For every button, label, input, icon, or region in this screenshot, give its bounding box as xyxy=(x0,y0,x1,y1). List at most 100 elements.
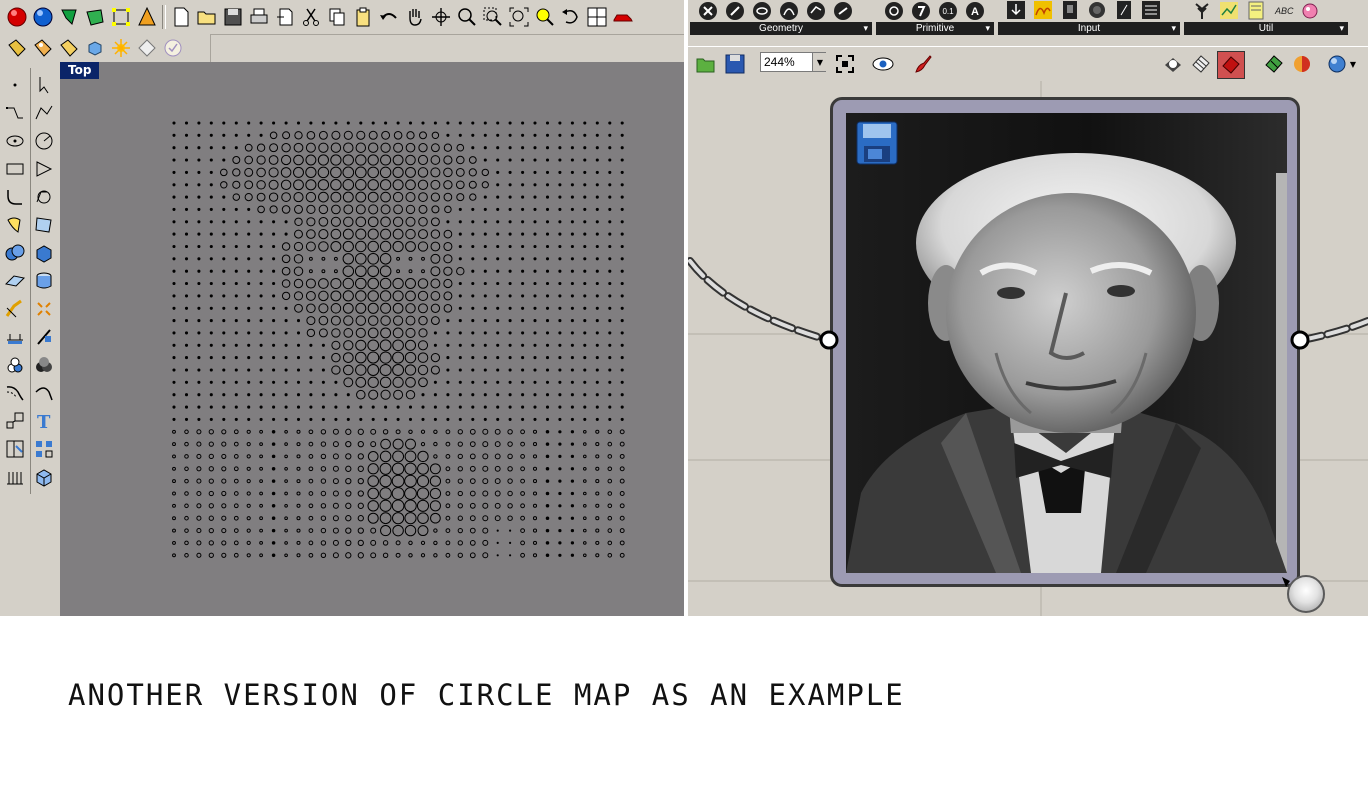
undo-icon[interactable] xyxy=(376,4,402,30)
tab-group-util[interactable]: ABC Util ▾ xyxy=(1184,0,1348,36)
rectangle-icon[interactable] xyxy=(2,156,28,182)
image-sampler-panel[interactable] xyxy=(830,97,1300,587)
fillet-icon[interactable] xyxy=(2,184,28,210)
group-expand-icon[interactable]: ▾ xyxy=(863,22,868,35)
solid-union-icon[interactable] xyxy=(2,240,28,266)
util-abc-icon[interactable]: ABC xyxy=(1271,0,1295,22)
tag-layer-icon[interactable] xyxy=(4,35,30,61)
save-file-icon[interactable] xyxy=(722,51,748,77)
bake-icon[interactable] xyxy=(1261,51,1287,77)
geometry-surface-icon[interactable] xyxy=(804,0,828,22)
check-icon[interactable] xyxy=(160,35,186,61)
point-icon[interactable] xyxy=(2,72,28,98)
analysis-icon[interactable] xyxy=(134,35,160,61)
input-gradient-icon[interactable] xyxy=(1031,0,1055,22)
zoom-selected-icon[interactable] xyxy=(532,4,558,30)
geometry-x-icon[interactable] xyxy=(696,0,720,22)
plane-icon[interactable] xyxy=(2,268,28,294)
resize-knob[interactable] xyxy=(1287,575,1325,613)
input-import-icon[interactable] xyxy=(1004,0,1028,22)
undo-view-icon[interactable] xyxy=(558,4,584,30)
array-icon[interactable] xyxy=(31,436,57,462)
primitive-text-icon[interactable]: A xyxy=(963,0,987,22)
trim-icon[interactable] xyxy=(2,296,28,322)
paintbrush-icon[interactable] xyxy=(910,51,936,77)
open-folder-icon[interactable] xyxy=(194,4,220,30)
paste-icon[interactable] xyxy=(350,4,376,30)
util-color-icon[interactable] xyxy=(1298,0,1322,22)
dimension-icon[interactable] xyxy=(2,324,28,350)
four-viewports-icon[interactable] xyxy=(584,4,610,30)
copy-icon[interactable] xyxy=(324,4,350,30)
save-icon[interactable] xyxy=(220,4,246,30)
util-tree-icon[interactable] xyxy=(1190,0,1214,22)
grid-icon[interactable] xyxy=(2,464,28,490)
extrude-icon[interactable] xyxy=(2,212,28,238)
tab-group-geometry[interactable]: Geometry ▾ xyxy=(690,0,872,36)
curve-icon[interactable] xyxy=(31,100,57,126)
layout-icon[interactable] xyxy=(2,436,28,462)
util-panel-icon[interactable] xyxy=(1244,0,1268,22)
group-expand-icon[interactable]: ▾ xyxy=(985,22,990,35)
tag-render-icon[interactable] xyxy=(56,35,82,61)
primitive-integer-icon[interactable] xyxy=(909,0,933,22)
group-expand-icon[interactable]: ▾ xyxy=(1171,22,1176,35)
geometry-vector-icon[interactable] xyxy=(723,0,747,22)
input-knob-icon[interactable] xyxy=(1112,0,1136,22)
group-expand-icon[interactable]: ▾ xyxy=(1339,22,1344,35)
ellipse-icon[interactable] xyxy=(2,128,28,154)
car-icon[interactable] xyxy=(610,4,636,30)
pan-hand-icon[interactable] xyxy=(402,4,428,30)
preview-eye-icon[interactable] xyxy=(870,51,896,77)
zoom-icon[interactable] xyxy=(454,4,480,30)
circle-icon[interactable] xyxy=(31,128,57,154)
viewport-label[interactable]: Top xyxy=(60,62,100,79)
zoom-extents-icon[interactable] xyxy=(832,51,858,77)
top-viewport[interactable]: Top xyxy=(60,62,684,616)
boolean-icon[interactable] xyxy=(2,352,28,378)
render-cube-icon[interactable] xyxy=(82,35,108,61)
primitive-number-icon[interactable]: 0.1 xyxy=(936,0,960,22)
explode-icon[interactable] xyxy=(31,296,57,322)
offset-icon[interactable] xyxy=(2,380,28,406)
tab-group-input[interactable]: Input ▾ xyxy=(998,0,1180,36)
text-icon[interactable]: T xyxy=(31,408,57,434)
geometry-circle-icon[interactable] xyxy=(750,0,774,22)
geometry-mesh-icon[interactable] xyxy=(831,0,855,22)
zoom-window-icon[interactable] xyxy=(480,4,506,30)
box-green-icon[interactable] xyxy=(82,4,108,30)
scale-icon[interactable] xyxy=(2,408,28,434)
zoom-dropdown-arrow[interactable]: ▼ xyxy=(812,53,827,71)
import-icon[interactable] xyxy=(272,4,298,30)
cylinder-icon[interactable] xyxy=(31,268,57,294)
preview-selected-icon[interactable] xyxy=(1217,51,1245,79)
polygon-icon[interactable] xyxy=(31,156,57,182)
cut-icon[interactable] xyxy=(298,4,324,30)
zoom-extents-icon[interactable] xyxy=(506,4,532,30)
block-icon[interactable] xyxy=(31,464,57,490)
input-toggle-icon[interactable] xyxy=(1085,0,1109,22)
sphere-red-icon[interactable] xyxy=(4,4,30,30)
open-file-icon[interactable] xyxy=(693,51,719,77)
select-arrow-icon[interactable] xyxy=(31,72,57,98)
save-icon[interactable] xyxy=(856,121,898,165)
grasshopper-canvas[interactable] xyxy=(688,81,1368,616)
preview-wire-icon[interactable] xyxy=(1188,51,1214,77)
blend-icon[interactable] xyxy=(31,380,57,406)
geometry-curve-icon[interactable] xyxy=(777,0,801,22)
light-icon[interactable] xyxy=(108,35,134,61)
box-icon[interactable] xyxy=(31,240,57,266)
color-sphere-icon[interactable] xyxy=(1289,51,1315,77)
sphere-blue-icon[interactable] xyxy=(30,4,56,30)
print-icon[interactable] xyxy=(246,4,272,30)
primitive-boolean-icon[interactable] xyxy=(882,0,906,22)
preview-shaded-icon[interactable] xyxy=(1160,51,1186,77)
util-graph-icon[interactable] xyxy=(1217,0,1241,22)
split-icon[interactable] xyxy=(31,324,57,350)
surface-icon[interactable] xyxy=(31,212,57,238)
rotate-view-icon[interactable] xyxy=(428,4,454,30)
new-file-icon[interactable] xyxy=(168,4,194,30)
mesh-icon[interactable] xyxy=(31,352,57,378)
tag-properties-icon[interactable] xyxy=(30,35,56,61)
polyline-icon[interactable] xyxy=(2,100,28,126)
